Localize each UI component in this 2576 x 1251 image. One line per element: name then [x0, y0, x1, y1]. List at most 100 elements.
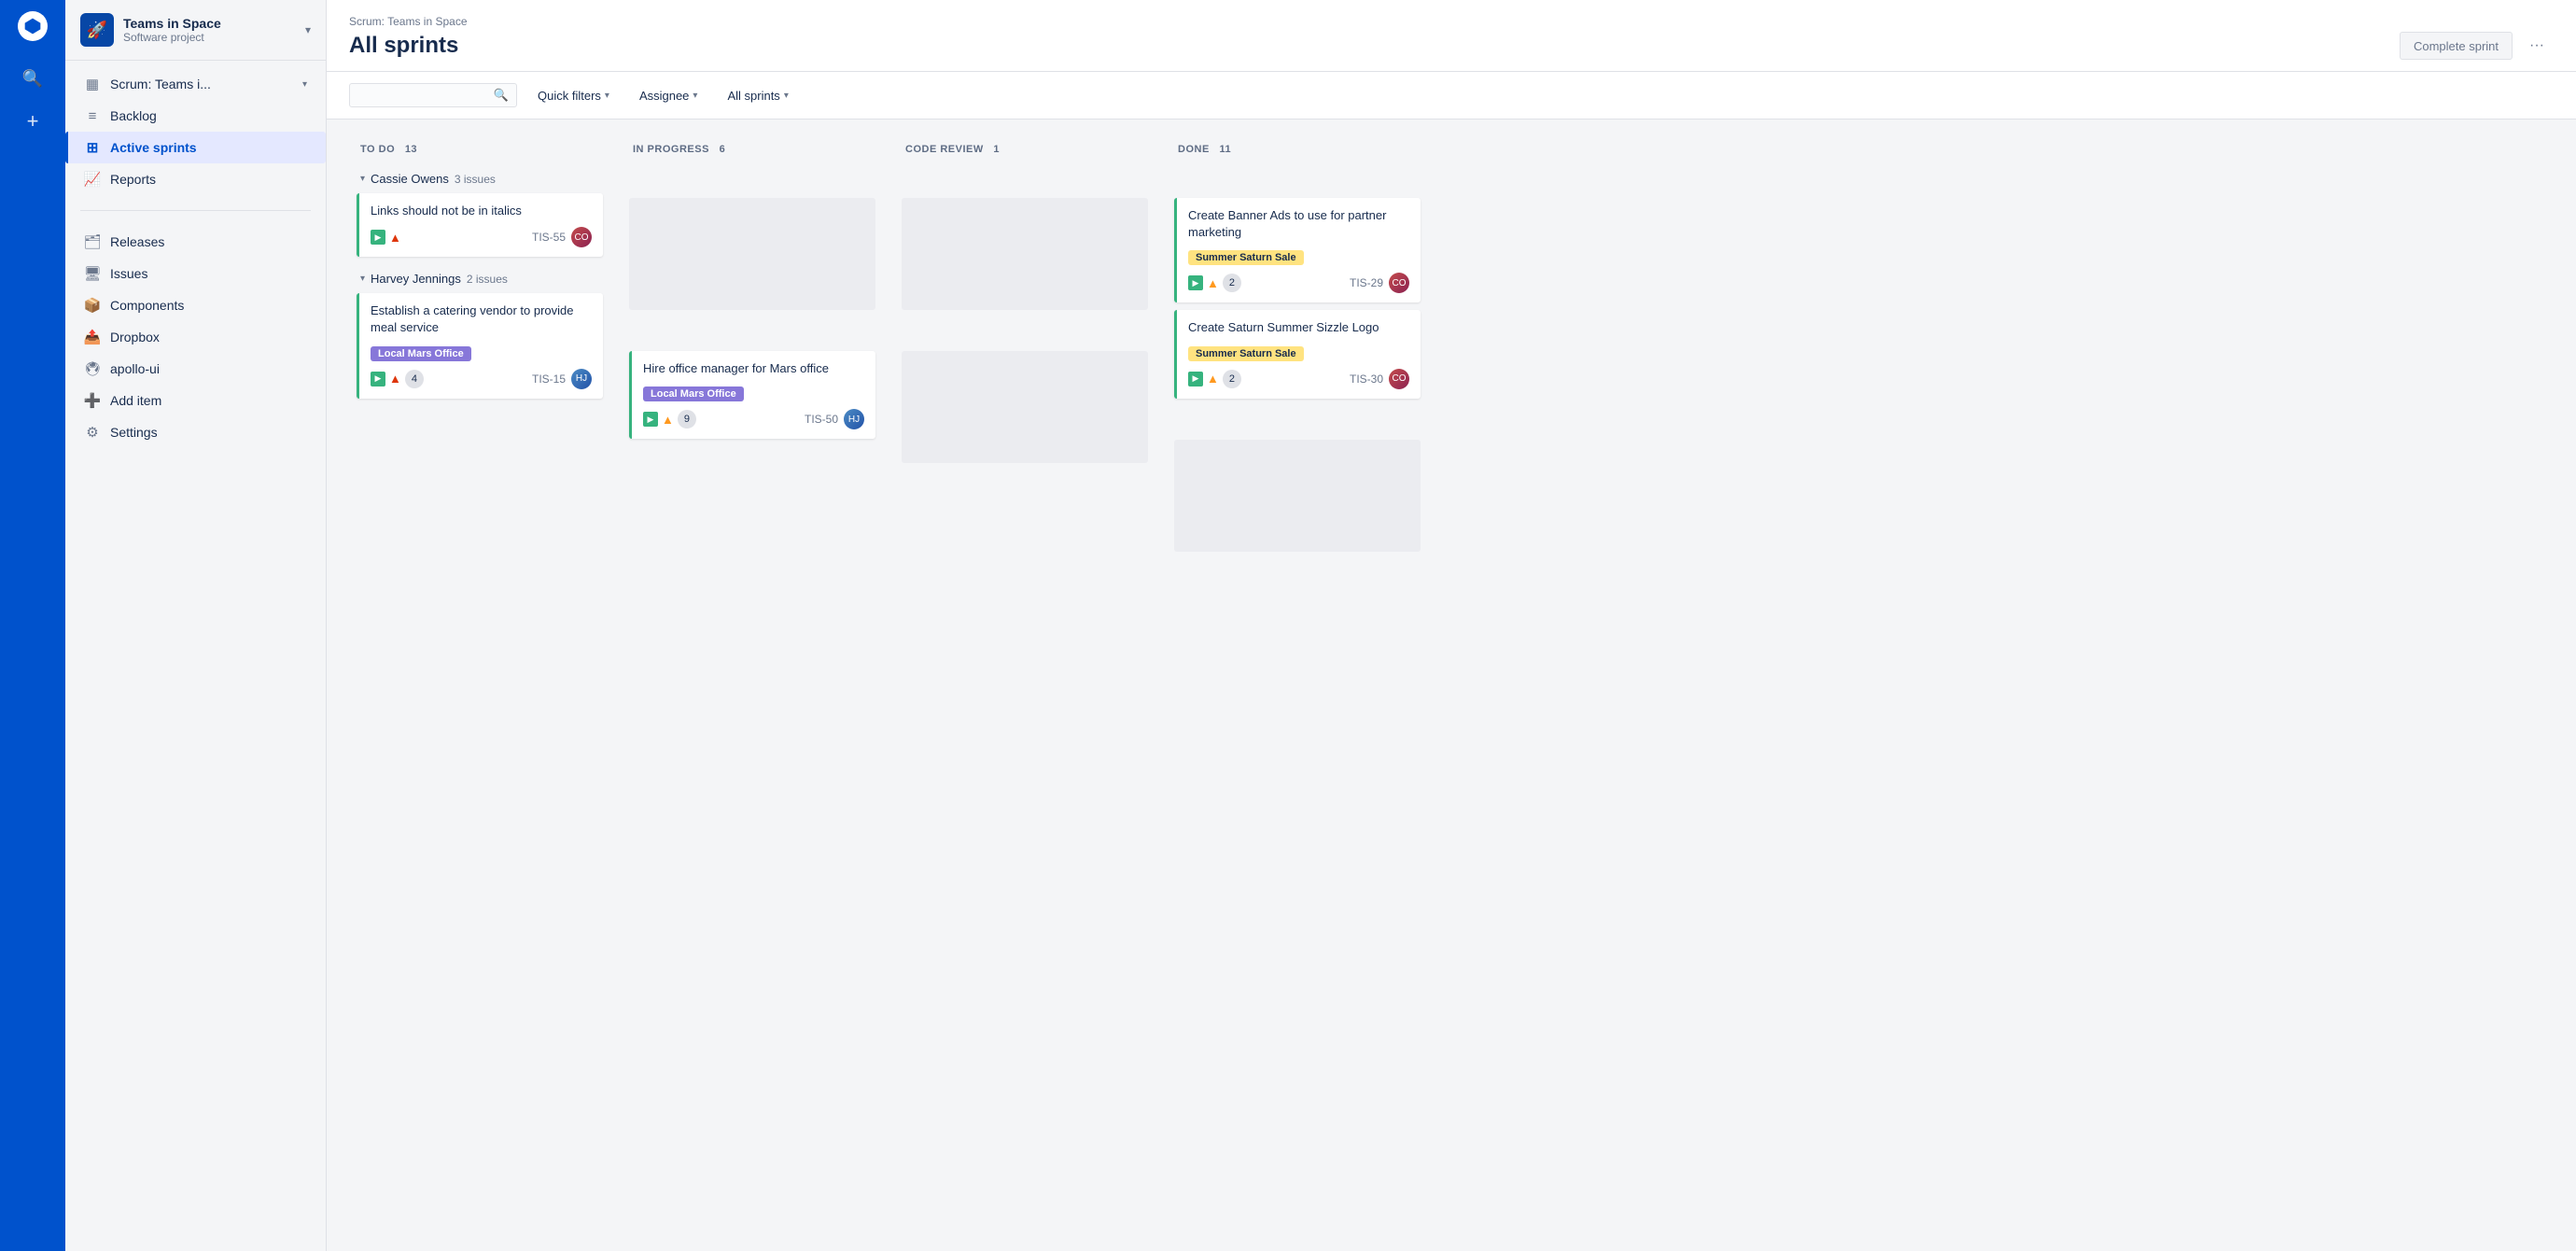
settings-icon: ⚙ — [84, 424, 101, 441]
avatar-cassie-3: CO — [1389, 369, 1409, 389]
cassie-chevron: ▾ — [360, 174, 365, 184]
sidebar-item-dropbox[interactable]: 📤 Dropbox — [65, 321, 326, 353]
sidebar-item-active-sprints[interactable]: ⊞ Active sprints — [65, 132, 326, 163]
column-todo-header: TO DO 13 — [349, 134, 610, 164]
card-tis-50-tag: Local Mars Office — [643, 387, 744, 401]
sidebar-nav: ▦ Scrum: Teams i... ▾ ≡ Backlog ⊞ Active… — [65, 61, 326, 203]
assignee-chevron: ▾ — [693, 91, 697, 101]
project-chevron[interactable]: ▾ — [305, 23, 311, 36]
sidebar-item-issues[interactable]: 🖥 Issues — [65, 258, 326, 289]
search-icon[interactable]: 🔍 — [22, 69, 43, 89]
assignee-button[interactable]: Assignee ▾ — [630, 84, 707, 107]
sidebar-item-releases-label: Releases — [110, 234, 164, 249]
create-icon[interactable]: + — [27, 109, 39, 134]
card-tis-55-footer: ▶ ▲ TIS-55 CO — [371, 227, 592, 247]
card-tis-29[interactable]: Create Banner Ads to use for partner mar… — [1174, 198, 1421, 302]
active-sprints-icon: ⊞ — [84, 139, 101, 156]
card-tis-30-icons: ▶ ▲ 2 — [1188, 370, 1344, 388]
app-logo[interactable] — [18, 11, 48, 41]
column-done-count: 11 — [1219, 144, 1231, 155]
card-tis-30-tag: Summer Saturn Sale — [1188, 346, 1304, 361]
sidebar-item-backlog-label: Backlog — [110, 108, 157, 123]
all-sprints-button[interactable]: All sprints ▾ — [718, 84, 797, 107]
card-tis-15[interactable]: Establish a catering vendor to provide m… — [357, 293, 603, 398]
column-todo-label: TO DO — [360, 144, 395, 155]
card-tis-30-title: Create Saturn Summer Sizzle Logo — [1188, 319, 1409, 336]
priority-icon: ▲ — [1207, 372, 1219, 386]
column-inprogress-label: IN PROGRESS — [633, 144, 709, 155]
sidebar-item-scrum[interactable]: ▦ Scrum: Teams i... ▾ — [65, 68, 326, 100]
card-tis-50[interactable]: Hire office manager for Mars office Loca… — [629, 351, 875, 439]
empty-card-cassie-codereview — [902, 198, 1148, 310]
harvey-chevron: ▾ — [360, 274, 365, 284]
story-icon: ▶ — [1188, 275, 1203, 290]
project-type: Software project — [123, 31, 296, 44]
group-cassie-header[interactable]: ▾ Cassie Owens 3 issues — [357, 164, 603, 193]
priority-icon: ▲ — [389, 231, 401, 245]
card-tis-15-title: Establish a catering vendor to provide m… — [371, 302, 592, 336]
harvey-count: 2 issues — [467, 273, 508, 286]
main-content: Scrum: Teams in Space All sprints Comple… — [327, 0, 2576, 1251]
dropbox-icon: 📤 — [84, 329, 101, 345]
quick-filters-chevron: ▾ — [605, 91, 609, 101]
issues-icon: 🖥 — [84, 265, 101, 282]
column-codereview-body — [894, 164, 1155, 478]
avatar-cassie-2: CO — [1389, 273, 1409, 293]
column-inprogress: IN PROGRESS 6 Hire office manager for Ma… — [622, 134, 883, 454]
card-tis-50-footer: ▶ ▲ 9 TIS-50 HJ — [643, 409, 864, 429]
search-input[interactable] — [357, 89, 488, 103]
card-tis-15-id: TIS-15 — [532, 372, 566, 386]
project-icon: 🚀 — [80, 13, 114, 47]
harvey-spacer-codereview — [902, 317, 1148, 351]
sidebar-item-reports[interactable]: 📈 Reports — [65, 163, 326, 195]
empty-card-harvey-codereview — [902, 351, 1148, 463]
cassie-spacer-codereview — [902, 164, 1148, 198]
column-codereview-label: CODE REVIEW — [905, 144, 984, 155]
more-actions-button[interactable]: ··· — [2520, 32, 2554, 60]
column-inprogress-header: IN PROGRESS 6 — [622, 134, 883, 164]
header-actions: Complete sprint ··· — [2400, 32, 2554, 71]
search-box[interactable]: 🔍 — [349, 83, 517, 107]
card-tis-29-id: TIS-29 — [1350, 276, 1383, 289]
column-codereview-header: CODE REVIEW 1 — [894, 134, 1155, 164]
group-harvey-header[interactable]: ▾ Harvey Jennings 2 issues — [357, 264, 603, 293]
sidebar-item-reports-label: Reports — [110, 172, 156, 187]
card-tis-29-footer: ▶ ▲ 2 TIS-29 CO — [1188, 273, 1409, 293]
sidebar-item-apollo-ui-label: apollo-ui — [110, 361, 160, 376]
project-header[interactable]: 🚀 Teams in Space Software project ▾ — [65, 0, 326, 61]
sidebar-item-add-item[interactable]: ➕ Add item — [65, 385, 326, 416]
sidebar-item-backlog[interactable]: ≡ Backlog — [65, 100, 326, 132]
card-tis-55[interactable]: Links should not be in italics ▶ ▲ TIS-5… — [357, 193, 603, 257]
quick-filters-button[interactable]: Quick filters ▾ — [528, 84, 619, 107]
card-tis-29-title: Create Banner Ads to use for partner mar… — [1188, 207, 1409, 241]
sidebar-item-settings-label: Settings — [110, 425, 158, 440]
sidebar-item-releases[interactable]: 🗂 Releases — [65, 226, 326, 258]
sidebar-item-settings[interactable]: ⚙ Settings — [65, 416, 326, 448]
empty-card-cassie-inprogress — [629, 198, 875, 310]
sidebar-item-apollo-ui[interactable]: 🖲 apollo-ui — [65, 353, 326, 385]
project-name: Teams in Space — [123, 16, 296, 31]
releases-icon: 🗂 — [84, 233, 101, 250]
complete-sprint-button[interactable]: Complete sprint — [2400, 32, 2513, 60]
sidebar-item-components-label: Components — [110, 298, 184, 313]
quick-filters-label: Quick filters — [538, 89, 601, 103]
card-tis-30[interactable]: Create Saturn Summer Sizzle Logo Summer … — [1174, 310, 1421, 398]
sidebar-divider — [80, 210, 311, 211]
card-tis-55-icons: ▶ ▲ — [371, 230, 526, 245]
card-tis-29-icons: ▶ ▲ 2 — [1188, 274, 1344, 292]
sidebar-item-components[interactable]: 📦 Components — [65, 289, 326, 321]
card-tis-15-footer: ▶ ▲ 4 TIS-15 HJ — [371, 369, 592, 389]
scrum-icon: ▦ — [84, 76, 101, 92]
page-header: Scrum: Teams in Space All sprints Comple… — [327, 0, 2576, 72]
harvey-spacer-done — [1174, 406, 1421, 440]
all-sprints-chevron: ▾ — [784, 91, 789, 101]
breadcrumb: Scrum: Teams in Space — [349, 15, 2554, 28]
card-tis-50-icons: ▶ ▲ 9 — [643, 410, 799, 429]
cassie-spacer-inprogress — [629, 164, 875, 198]
cassie-count: 3 issues — [455, 173, 496, 186]
priority-icon: ▲ — [389, 372, 401, 386]
column-inprogress-count: 6 — [720, 144, 726, 155]
empty-card-harvey-done — [1174, 440, 1421, 552]
column-done-body: Create Banner Ads to use for partner mar… — [1167, 164, 1428, 567]
add-item-icon: ➕ — [84, 392, 101, 409]
